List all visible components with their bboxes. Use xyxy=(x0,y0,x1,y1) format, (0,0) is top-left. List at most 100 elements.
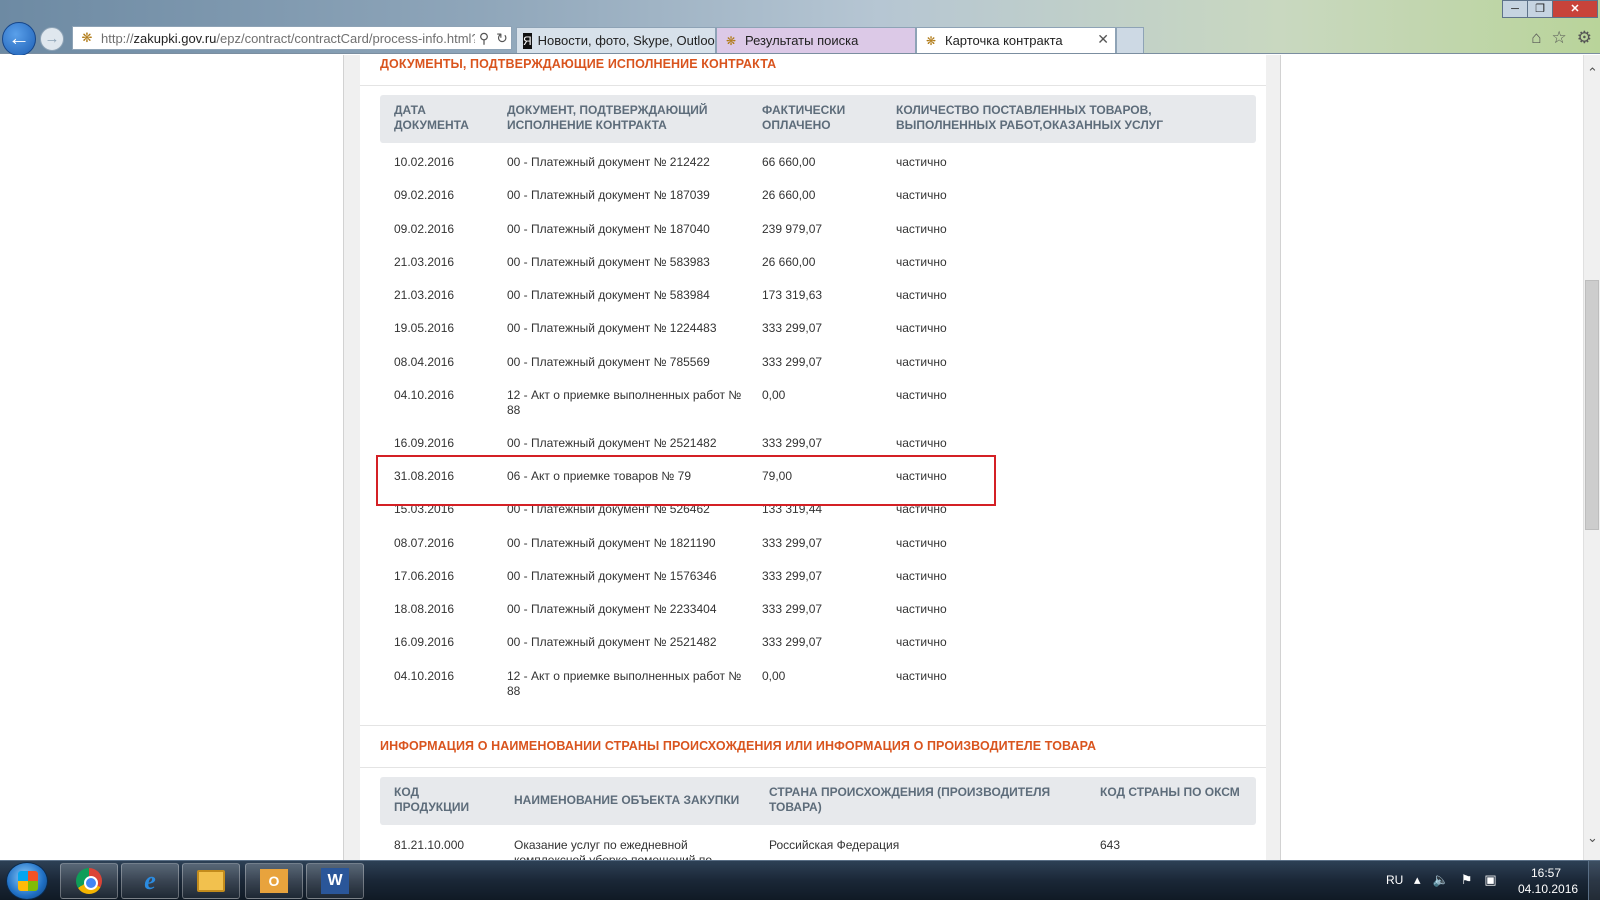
col-header-date: ДАТА ДОКУМЕНТА xyxy=(394,103,469,132)
favorites-star-icon[interactable]: ☆ xyxy=(1552,28,1567,48)
search-icon[interactable]: ⚲ xyxy=(475,30,493,47)
taskbar-outlook-button[interactable]: O xyxy=(245,863,303,899)
new-tab-button[interactable] xyxy=(1116,27,1144,53)
cell-date: 16.09.2016 xyxy=(394,436,455,450)
cell-date: 08.07.2016 xyxy=(394,536,455,550)
windows-taskbar: e O W RU ▴ 🔈 ⚑ ▣ 16:57 04.10.2016 xyxy=(0,860,1600,900)
cell-date: 16.09.2016 xyxy=(394,635,455,649)
clock-time: 16:57 xyxy=(1530,866,1562,880)
scroll-thumb[interactable] xyxy=(1585,280,1599,530)
language-indicator[interactable]: RU xyxy=(1386,873,1403,887)
taskbar-ie-button[interactable]: e xyxy=(121,863,179,899)
cell-paid: 0,00 xyxy=(762,388,786,402)
cell-document: 00 - Платежный документ № 2521482 xyxy=(507,436,717,450)
tab-contract-card[interactable]: ❋ Карточка контракта ✕ xyxy=(916,27,1116,53)
cell-date: 10.02.2016 xyxy=(394,155,455,169)
start-button[interactable] xyxy=(6,862,48,900)
cell-oksm: 643 xyxy=(1100,838,1121,852)
cell-document: 00 - Платежный документ № 2233404 xyxy=(507,602,717,616)
cell-country: Российская Федерация xyxy=(769,838,900,852)
vertical-scrollbar[interactable]: ⌃ ⌄ xyxy=(1583,55,1600,860)
home-icon[interactable]: ⌂ xyxy=(1531,28,1541,48)
restore-button[interactable]: ❐ xyxy=(1527,0,1553,18)
chrome-icon xyxy=(76,868,102,894)
highlight-annotation-box xyxy=(376,455,996,506)
volume-icon[interactable]: 🔈 xyxy=(1433,872,1449,888)
cell-document: 00 - Платежный документ № 187040 xyxy=(507,222,710,236)
windows-logo-icon xyxy=(18,871,38,891)
action-center-flag-icon[interactable]: ⚑ xyxy=(1461,872,1473,888)
internet-explorer-icon: e xyxy=(144,866,156,895)
cell-date: 09.02.2016 xyxy=(394,188,455,202)
cell-paid: 333 299,07 xyxy=(762,635,823,649)
divider xyxy=(360,85,1266,86)
cell-paid: 333 299,07 xyxy=(762,355,823,369)
cell-paid: 26 660,00 xyxy=(762,188,816,202)
cell-document: 00 - Платежный документ № 1224483 xyxy=(507,321,717,335)
browser-tools: ⌂ ☆ ⚙ xyxy=(1531,28,1592,48)
refresh-icon[interactable]: ↻ xyxy=(493,30,511,47)
word-icon: W xyxy=(321,868,349,894)
gear-icon[interactable]: ⚙ xyxy=(1577,28,1592,48)
cell-document: 00 - Платежный документ № 212422 xyxy=(507,155,710,169)
cell-date: 21.03.2016 xyxy=(394,288,455,302)
cell-document: 00 - Платежный документ № 1821190 xyxy=(507,536,716,550)
col-header-oksm: КОД СТРАНЫ ПО ОКСМ xyxy=(1100,785,1240,799)
divider xyxy=(360,767,1266,768)
cell-document: 00 - Платежный документ № 785569 xyxy=(507,355,710,369)
cell-status: частично xyxy=(896,222,947,236)
back-button[interactable]: ← xyxy=(2,22,36,56)
tab-news[interactable]: Я Новости, фото, Skype, Outloo... xyxy=(516,27,716,53)
clock[interactable]: 16:57 04.10.2016 xyxy=(1518,865,1579,897)
site-favicon-icon: ❋ xyxy=(725,33,737,48)
forward-button[interactable]: → xyxy=(40,27,64,51)
cell-status: частично xyxy=(896,321,947,335)
cell-paid: 333 299,07 xyxy=(762,569,823,583)
cell-paid: 333 299,07 xyxy=(762,602,823,616)
tab-search-results[interactable]: ❋ Результаты поиска xyxy=(716,27,916,53)
address-bar[interactable]: ❋ http://zakupki.gov.ru/epz/contract/con… xyxy=(72,26,512,50)
cell-document: 00 - Платежный документ № 2521482 xyxy=(507,635,717,649)
tray-expand-icon[interactable]: ▴ xyxy=(1414,872,1421,888)
site-favicon-icon: ❋ xyxy=(925,33,937,48)
outlook-icon: O xyxy=(260,869,288,893)
scroll-up-arrow-icon[interactable]: ⌃ xyxy=(1584,65,1600,81)
url-text[interactable]: http://zakupki.gov.ru/epz/contract/contr… xyxy=(101,31,475,46)
col-header-product-code: КОД ПРОДУКЦИИ xyxy=(394,785,470,814)
cell-document: 12 - Акт о приемке выполненных работ № 8… xyxy=(507,388,742,417)
window-controls: ─ ❐ ✕ xyxy=(1502,0,1598,18)
cell-paid: 333 299,07 xyxy=(762,436,823,450)
section-title-country-of-origin: ИНФОРМАЦИЯ О НАИМЕНОВАНИИ СТРАНЫ ПРОИСХО… xyxy=(380,739,1097,753)
network-icon[interactable]: ▣ xyxy=(1484,872,1496,888)
col-header-object-name: НАИМЕНОВАНИЕ ОБЪЕКТА ЗАКУПКИ xyxy=(514,793,740,807)
cell-document: 12 - Акт о приемке выполненных работ № 8… xyxy=(507,669,742,698)
scroll-down-arrow-icon[interactable]: ⌄ xyxy=(1584,830,1600,846)
system-tray: ▴ 🔈 ⚑ ▣ xyxy=(1414,872,1497,888)
close-window-button[interactable]: ✕ xyxy=(1552,0,1598,18)
col-header-document: ДОКУМЕНТ, ПОДТВЕРЖДАЮЩИЙ ИСПОЛНЕНИЕ КОНТ… xyxy=(507,103,708,132)
folder-icon xyxy=(197,870,225,892)
cell-object-name: Оказание услуг по ежедневной комплексной… xyxy=(514,838,712,860)
taskbar-word-button[interactable]: W xyxy=(306,863,364,899)
clock-date: 04.10.2016 xyxy=(1518,882,1579,896)
cell-date: 04.10.2016 xyxy=(394,669,455,683)
show-desktop-button[interactable] xyxy=(1588,861,1600,900)
cell-status: частично xyxy=(896,288,947,302)
cell-product-code: 81.21.10.000 xyxy=(394,838,465,852)
divider xyxy=(360,725,1266,726)
taskbar-explorer-button[interactable] xyxy=(182,863,240,899)
cell-status: частично xyxy=(896,355,947,369)
col-header-paid: ФАКТИЧЕСКИ ОПЛАЧЕНО xyxy=(762,103,846,132)
cell-status: частично xyxy=(896,436,947,450)
cell-status: частично xyxy=(896,188,947,202)
close-tab-icon[interactable]: ✕ xyxy=(1097,31,1109,48)
site-favicon-icon: ❋ xyxy=(81,30,93,45)
browser-toolbar: ← → ❋ http://zakupki.gov.ru/epz/contract… xyxy=(0,0,1600,56)
minimize-button[interactable]: ─ xyxy=(1502,0,1528,18)
cell-paid: 0,00 xyxy=(762,669,786,683)
taskbar-chrome-button[interactable] xyxy=(60,863,118,899)
cell-date: 08.04.2016 xyxy=(394,355,455,369)
cell-paid: 333 299,07 xyxy=(762,536,823,550)
cell-document: 00 - Платежный документ № 583983 xyxy=(507,255,710,269)
col-header-quantity: КОЛИЧЕСТВО ПОСТАВЛЕННЫХ ТОВАРОВ, ВЫПОЛНЕ… xyxy=(896,103,1164,132)
